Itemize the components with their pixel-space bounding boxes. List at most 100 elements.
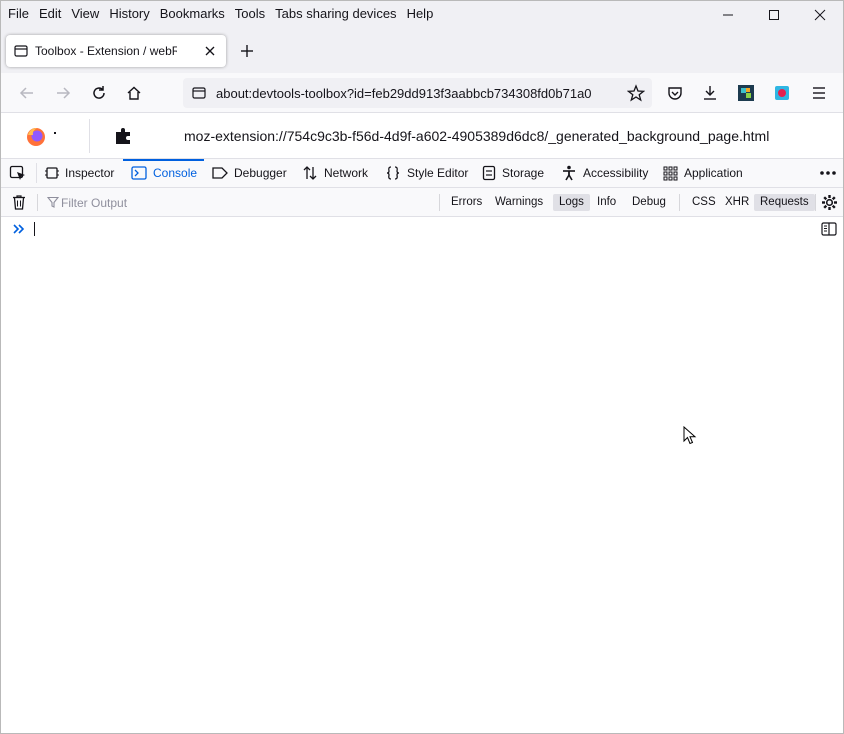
pocket-button[interactable]	[663, 81, 687, 105]
filter-placeholder: Filter Output	[61, 196, 128, 210]
filter-warnings-button[interactable]: Warnings	[489, 194, 549, 211]
console-prompt-icon	[13, 224, 25, 234]
extension-app-icon	[738, 85, 754, 101]
reload-icon	[93, 86, 105, 99]
sidebar-toggle-icon	[821, 222, 837, 236]
devtools-tab-bar: Inspector Console Debugger Network Style…	[1, 159, 843, 188]
url-text: about:devtools-toolbox?id=feb29dd913f3aa…	[216, 86, 592, 101]
tab-strip: Toolbox - Extension / webRequest	[1, 25, 843, 73]
menu-edit[interactable]: Edit	[35, 6, 65, 21]
browser-window: File Edit View History Bookmarks Tools T…	[0, 0, 844, 734]
tab-debugger[interactable]: Debugger	[212, 159, 287, 187]
home-icon	[127, 86, 141, 100]
close-tab-button[interactable]	[202, 43, 218, 59]
accessibility-icon	[563, 165, 575, 181]
inspector-icon	[45, 167, 59, 179]
tab-label: Network	[324, 166, 369, 180]
menu-bar: File Edit View History Bookmarks Tools T…	[1, 1, 843, 25]
firefox-logo-icon	[27, 128, 45, 146]
debugger-icon	[212, 167, 228, 179]
forward-button[interactable]	[51, 81, 75, 105]
toolbar-divider	[439, 194, 440, 211]
browser-tab[interactable]: Toolbox - Extension / webRequest	[6, 35, 226, 67]
maximize-icon	[769, 10, 779, 20]
menu-view[interactable]: View	[67, 6, 103, 21]
download-icon	[704, 86, 716, 100]
menu-bookmarks[interactable]: Bookmarks	[156, 6, 229, 21]
puzzle-piece-icon	[116, 128, 130, 144]
extension-record-icon	[775, 86, 789, 100]
page-icon	[192, 87, 206, 99]
element-picker-button[interactable]	[9, 159, 27, 187]
menu-tabs-sharing-devices[interactable]: Tabs sharing devices	[271, 6, 400, 21]
tab-divider	[36, 163, 37, 183]
network-icon	[303, 166, 317, 180]
target-url: moz-extension://754c9c3b-f56d-4d9f-a602-…	[184, 128, 770, 144]
tab-inspector[interactable]: Inspector	[45, 159, 114, 187]
new-tab-button[interactable]	[237, 41, 257, 61]
tab-network[interactable]: Network	[302, 159, 368, 187]
devtools-options-button[interactable]	[819, 159, 837, 187]
mouse-cursor-icon	[683, 426, 697, 445]
plus-icon	[241, 45, 253, 57]
more-options-icon	[820, 171, 836, 175]
console-output[interactable]	[1, 217, 843, 733]
filter-errors-button[interactable]: Errors	[445, 194, 488, 211]
filter-requests-button[interactable]: Requests	[754, 194, 815, 211]
back-button[interactable]	[15, 81, 39, 105]
menu-help[interactable]: Help	[403, 6, 438, 21]
tab-storage[interactable]: Storage	[482, 159, 544, 187]
tab-title: Toolbox - Extension / webRequest	[35, 44, 177, 58]
firefox-target-selector[interactable]	[25, 126, 59, 146]
arrow-right-icon	[57, 87, 71, 99]
filter-logs-button[interactable]: Logs	[553, 194, 590, 211]
console-input-caret[interactable]	[34, 222, 35, 236]
clear-console-button[interactable]	[11, 194, 29, 212]
filter-output-input[interactable]: Filter Output	[43, 192, 433, 213]
hamburger-menu-icon	[813, 87, 825, 99]
trash-icon	[13, 195, 25, 210]
tab-label: Debugger	[234, 166, 287, 180]
menu-tools[interactable]: Tools	[231, 6, 269, 21]
toolbox-page-icon	[14, 45, 28, 57]
devtools-target-bar: moz-extension://754c9c3b-f56d-4d9f-a602-…	[1, 113, 843, 159]
gear-icon	[822, 195, 837, 210]
reload-button[interactable]	[87, 81, 111, 105]
editor-mode-toggle[interactable]	[821, 222, 839, 238]
menu-history[interactable]: History	[105, 6, 153, 21]
arrow-left-icon	[19, 87, 33, 99]
filter-debug-button[interactable]: Debug	[626, 194, 672, 211]
tab-label: Accessibility	[583, 166, 649, 180]
app-menu-button[interactable]	[807, 81, 831, 105]
pocket-icon	[668, 87, 682, 100]
home-button[interactable]	[122, 81, 146, 105]
filter-info-button[interactable]: Info	[591, 194, 622, 211]
close-icon	[814, 9, 826, 21]
application-grid-icon	[663, 166, 678, 180]
target-divider	[89, 119, 90, 153]
filter-xhr-button[interactable]: XHR	[719, 194, 755, 211]
filter-css-button[interactable]: CSS	[686, 194, 722, 211]
console-settings-button[interactable]	[821, 194, 839, 212]
close-icon	[205, 46, 215, 56]
menu-file[interactable]: File	[4, 6, 33, 21]
extension-button-1[interactable]	[734, 81, 758, 105]
tab-application[interactable]: Application	[663, 159, 743, 187]
storage-icon	[482, 165, 496, 181]
extension-button-2[interactable]	[770, 81, 794, 105]
tab-label: Inspector	[65, 166, 115, 180]
tab-label: Console	[153, 166, 198, 180]
tab-accessibility[interactable]: Accessibility	[561, 159, 648, 187]
bookmark-star-icon[interactable]	[627, 84, 645, 102]
toolbar-divider	[815, 194, 816, 211]
tab-console[interactable]: Console	[131, 159, 197, 187]
navigation-toolbar: about:devtools-toolbox?id=feb29dd913f3aa…	[1, 73, 843, 113]
toolbar-divider	[679, 194, 680, 211]
tab-label: Style Editor	[407, 166, 469, 180]
tab-style-editor[interactable]: Style Editor	[385, 159, 468, 187]
tab-label: Storage	[502, 166, 545, 180]
console-toolbar: Filter Output Errors Warnings Logs Info …	[1, 188, 843, 217]
console-icon	[131, 166, 147, 180]
url-bar[interactable]: about:devtools-toolbox?id=feb29dd913f3aa…	[183, 78, 652, 108]
downloads-button[interactable]	[698, 81, 722, 105]
